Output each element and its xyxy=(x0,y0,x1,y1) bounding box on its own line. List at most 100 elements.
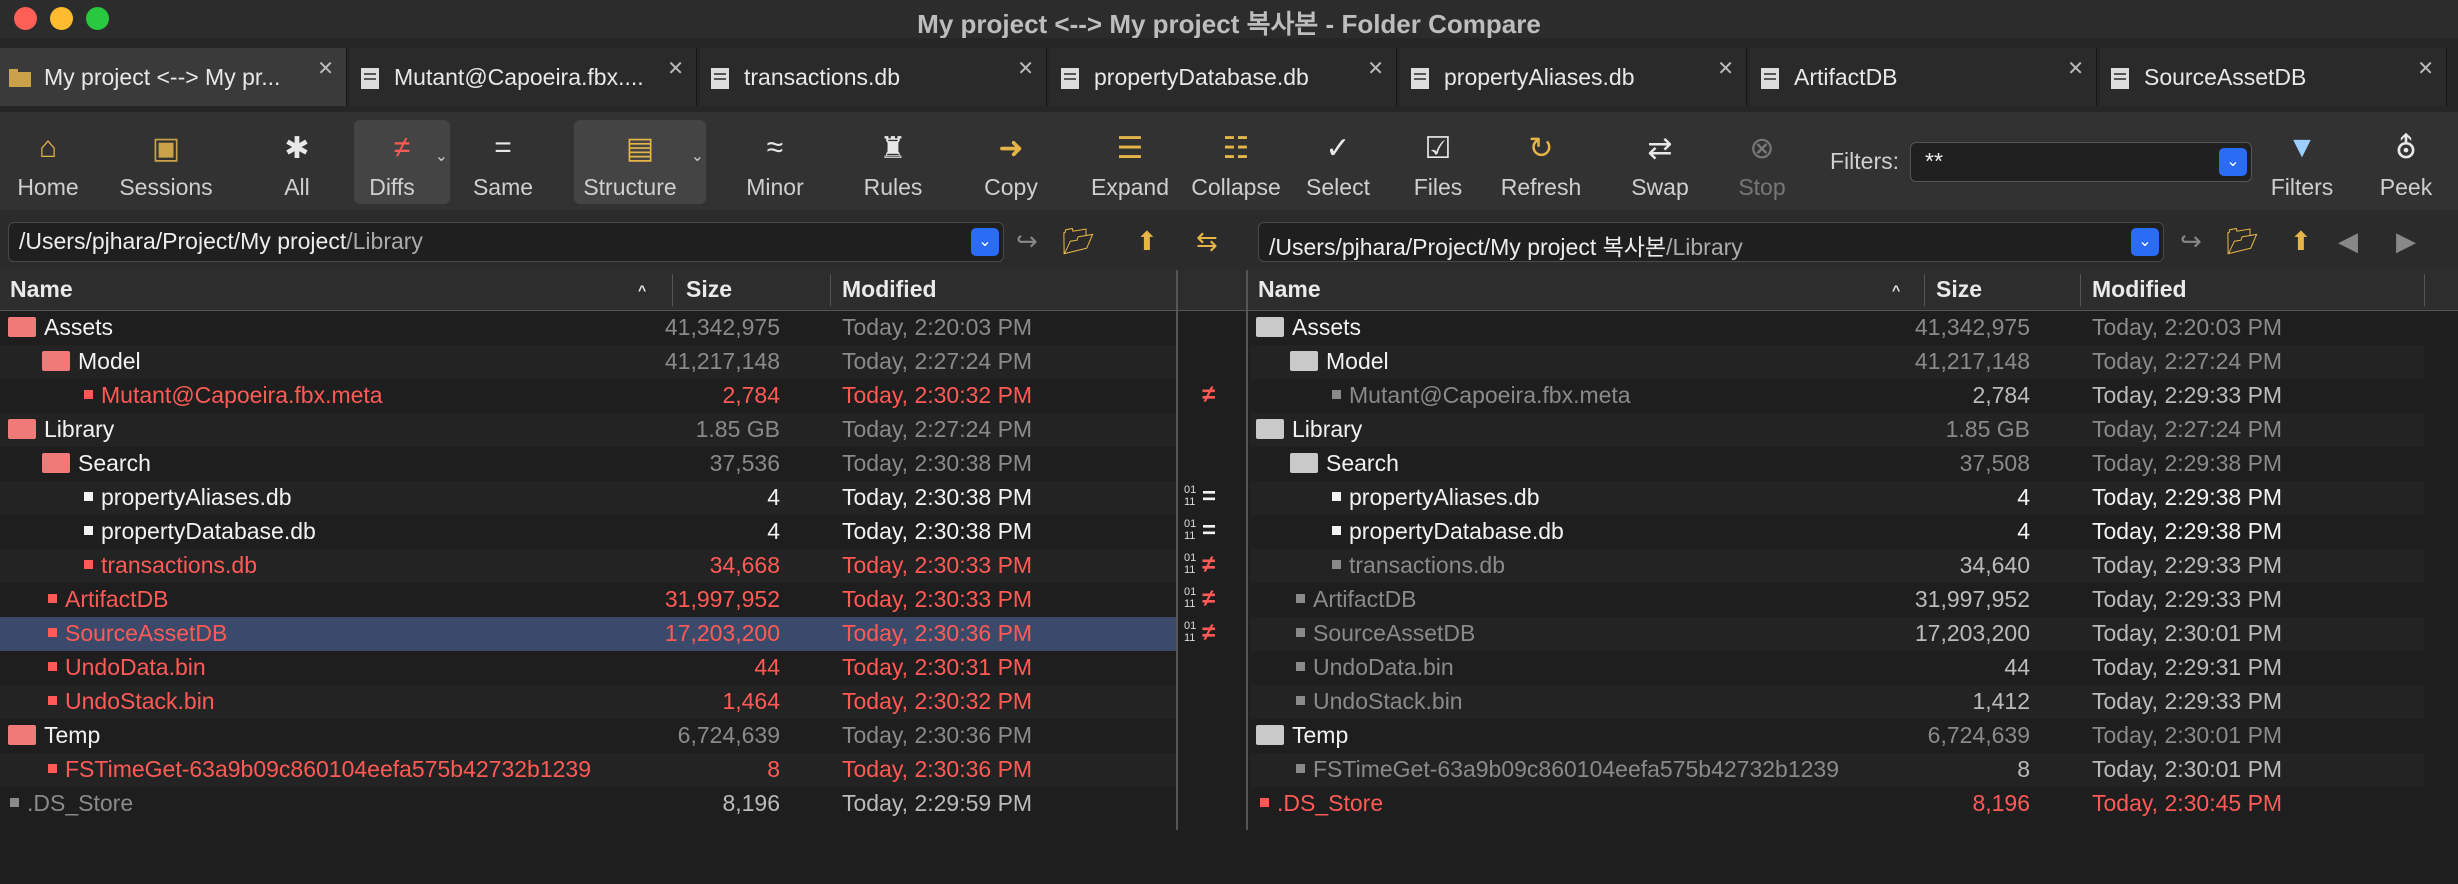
equal-icon: = xyxy=(494,131,512,164)
table-row[interactable]: Library 1.85 GB Today, 2:27:24 PM xyxy=(1250,413,2424,447)
table-row[interactable]: ArtifactDB 31,997,952 Today, 2:30:33 PM xyxy=(0,583,1176,617)
history-back-icon[interactable]: ↪ xyxy=(1016,226,1038,257)
table-row[interactable]: SourceAssetDB 17,203,200 Today, 2:30:01 … xyxy=(1250,617,2424,651)
open-folder-icon[interactable]: 📂︎ xyxy=(2226,226,2259,257)
table-row[interactable]: UndoData.bin 44 Today, 2:29:31 PM xyxy=(1250,651,2424,685)
table-row[interactable]: Library 1.85 GB Today, 2:27:24 PM xyxy=(0,413,1176,447)
sync-folders-icon[interactable]: ⇆ xyxy=(1196,226,1218,257)
table-row[interactable]: FSTimeGet-63a9b09c860104eefa575b42732b12… xyxy=(1250,753,2424,787)
folder-icon xyxy=(8,724,36,745)
tab-transactions-db[interactable]: transactions.db ✕ xyxy=(700,48,1047,106)
tab-close-icon[interactable]: ✕ xyxy=(1717,56,1734,81)
tab-close-icon[interactable]: ✕ xyxy=(2067,56,2084,81)
collapse-button[interactable]: ☷ Collapse xyxy=(1186,120,1286,204)
show-same-button[interactable]: = Same xyxy=(458,120,548,204)
column-modified[interactable]: Modified xyxy=(2092,276,2187,303)
column-name[interactable]: Name xyxy=(1258,276,1321,303)
right-path-input[interactable]: /Users/pjhara/Project/My project 복사본/Lib… xyxy=(1258,222,2164,262)
select-button[interactable]: ✓ Select xyxy=(1296,120,1380,204)
file-icon xyxy=(1296,628,1305,638)
tab-folder-compare[interactable]: My project <--> My pr... ✕ xyxy=(0,48,347,106)
table-row[interactable]: Mutant@Capoeira.fbx.meta 2,784 Today, 2:… xyxy=(1250,379,2424,413)
table-row[interactable]: UndoStack.bin 1,412 Today, 2:29:33 PM xyxy=(1250,685,2424,719)
tab-artifact-db[interactable]: ArtifactDB ✕ xyxy=(1750,48,2097,106)
tab-close-icon[interactable]: ✕ xyxy=(667,56,684,81)
chevron-down-icon[interactable]: ⌄ xyxy=(2131,228,2159,256)
tab-property-aliases[interactable]: propertyAliases.db ✕ xyxy=(1400,48,1747,106)
filters-button[interactable]: ▼ Filters xyxy=(2262,120,2342,204)
tab-close-icon[interactable]: ✕ xyxy=(1367,56,1384,81)
tab-label: propertyDatabase.db xyxy=(1094,64,1309,90)
funnel-icon: ▼ xyxy=(2287,131,2317,164)
back-arrow-icon[interactable]: ◀ xyxy=(2338,226,2358,257)
tab-property-database[interactable]: propertyDatabase.db ✕ xyxy=(1050,48,1397,106)
left-path-bar: /Users/pjhara/Project/My project/Library… xyxy=(0,210,1250,270)
files-button[interactable]: ☑ Files xyxy=(1396,120,1480,204)
column-size[interactable]: Size xyxy=(1936,276,1982,303)
tab-close-icon[interactable]: ✕ xyxy=(2417,56,2434,81)
table-row[interactable]: Temp 6,724,639 Today, 2:30:36 PM xyxy=(0,719,1176,753)
refresh-button[interactable]: ↻ Refresh xyxy=(1496,120,1586,204)
parent-folder-icon[interactable]: ⬆ xyxy=(2290,226,2312,257)
table-row[interactable]: transactions.db 34,640 Today, 2:29:33 PM xyxy=(1250,549,2424,583)
chevron-down-icon[interactable]: ⌄ xyxy=(435,146,448,166)
swap-button[interactable]: ⇄ Swap xyxy=(1618,120,1702,204)
file-icon xyxy=(48,662,57,672)
chevron-down-icon[interactable]: ⌄ xyxy=(691,146,704,166)
chevron-down-icon[interactable]: ⌄ xyxy=(971,228,999,256)
history-back-icon[interactable]: ↪ xyxy=(2180,226,2202,257)
filters-input[interactable]: ** ⌄ xyxy=(1910,142,2252,182)
table-row[interactable]: Model 41,217,148 Today, 2:27:24 PM xyxy=(1250,345,2424,379)
open-folder-icon[interactable]: 📂︎ xyxy=(1062,226,1095,257)
table-row[interactable]: FSTimeGet-63a9b09c860104eefa575b42732b12… xyxy=(0,753,1176,787)
filters-label: Filters: xyxy=(1830,148,1899,174)
table-row[interactable]: .DS_Store 8,196 Today, 2:30:45 PM xyxy=(1250,787,2424,821)
peek-icon: ⛢ xyxy=(2395,131,2417,165)
table-row[interactable]: Assets 41,342,975 Today, 2:20:03 PM xyxy=(0,311,1176,345)
forward-arrow-icon[interactable]: ▶ xyxy=(2396,226,2416,257)
table-row[interactable]: Temp 6,724,639 Today, 2:30:01 PM xyxy=(1250,719,2424,753)
copy-button[interactable]: ➜ Copy xyxy=(966,120,1056,204)
file-icon xyxy=(1296,594,1305,604)
referee-icon: ♜ xyxy=(879,131,907,165)
chevron-down-icon[interactable]: ⌄ xyxy=(2219,148,2247,176)
stop-button[interactable]: ⊗ Stop xyxy=(1722,120,1802,204)
rules-button[interactable]: ♜ Rules xyxy=(848,120,938,204)
tab-close-icon[interactable]: ✕ xyxy=(1017,56,1034,81)
table-row[interactable]: Mutant@Capoeira.fbx.meta 2,784 Today, 2:… xyxy=(0,379,1176,413)
minor-button[interactable]: ≈ Minor xyxy=(730,120,820,204)
table-row[interactable]: Search 37,536 Today, 2:30:38 PM xyxy=(0,447,1176,481)
sessions-button[interactable]: ▣ Sessions xyxy=(104,120,228,204)
tab-source-asset-db[interactable]: SourceAssetDB ✕ xyxy=(2100,48,2447,106)
table-row[interactable]: propertyAliases.db 4 Today, 2:30:38 PM xyxy=(0,481,1176,515)
table-row[interactable]: propertyAliases.db 4 Today, 2:29:38 PM xyxy=(1250,481,2424,515)
table-row[interactable]: .DS_Store 8,196 Today, 2:29:59 PM xyxy=(0,787,1176,821)
table-row[interactable]: Assets 41,342,975 Today, 2:20:03 PM xyxy=(1250,311,2424,345)
right-path-main: /Users/pjhara/Project/My project 복사본 xyxy=(1269,234,1667,260)
table-row[interactable]: propertyDatabase.db 4 Today, 2:29:38 PM xyxy=(1250,515,2424,549)
peek-button[interactable]: ⛢ Peek xyxy=(2364,120,2448,204)
table-row[interactable]: ArtifactDB 31,997,952 Today, 2:29:33 PM xyxy=(1250,583,2424,617)
table-row-selected[interactable]: SourceAssetDB 17,203,200 Today, 2:30:36 … xyxy=(0,617,1176,651)
table-row[interactable]: UndoData.bin 44 Today, 2:30:31 PM xyxy=(0,651,1176,685)
tab-bar: My project <--> My pr... ✕ Mutant@Capoei… xyxy=(0,38,2458,113)
home-button[interactable]: ⌂ Home xyxy=(6,120,90,204)
structure-button[interactable]: ▤ Structure ⌄ xyxy=(574,120,706,204)
parent-folder-icon[interactable]: ⬆ xyxy=(1136,226,1158,257)
home-icon: ⌂ xyxy=(38,131,58,164)
table-row[interactable]: UndoStack.bin 1,464 Today, 2:30:32 PM xyxy=(0,685,1176,719)
column-modified[interactable]: Modified xyxy=(842,276,937,303)
column-name[interactable]: Name xyxy=(10,276,73,303)
expand-button[interactable]: ☰ Expand xyxy=(1084,120,1176,204)
left-path-input[interactable]: /Users/pjhara/Project/My project/Library… xyxy=(8,222,1004,262)
column-size[interactable]: Size xyxy=(686,276,732,303)
tab-close-icon[interactable]: ✕ xyxy=(317,56,334,81)
table-row[interactable]: transactions.db 34,668 Today, 2:30:33 PM xyxy=(0,549,1176,583)
tab-label: Mutant@Capoeira.fbx.... xyxy=(394,64,644,90)
tab-mutant-meta[interactable]: Mutant@Capoeira.fbx.... ✕ xyxy=(350,48,697,106)
show-diffs-button[interactable]: ≠ Diffs ⌄ xyxy=(354,120,450,204)
table-row[interactable]: Model 41,217,148 Today, 2:27:24 PM xyxy=(0,345,1176,379)
table-row[interactable]: propertyDatabase.db 4 Today, 2:30:38 PM xyxy=(0,515,1176,549)
table-row[interactable]: Search 37,508 Today, 2:29:38 PM xyxy=(1250,447,2424,481)
show-all-button[interactable]: ✱ All xyxy=(252,120,342,204)
